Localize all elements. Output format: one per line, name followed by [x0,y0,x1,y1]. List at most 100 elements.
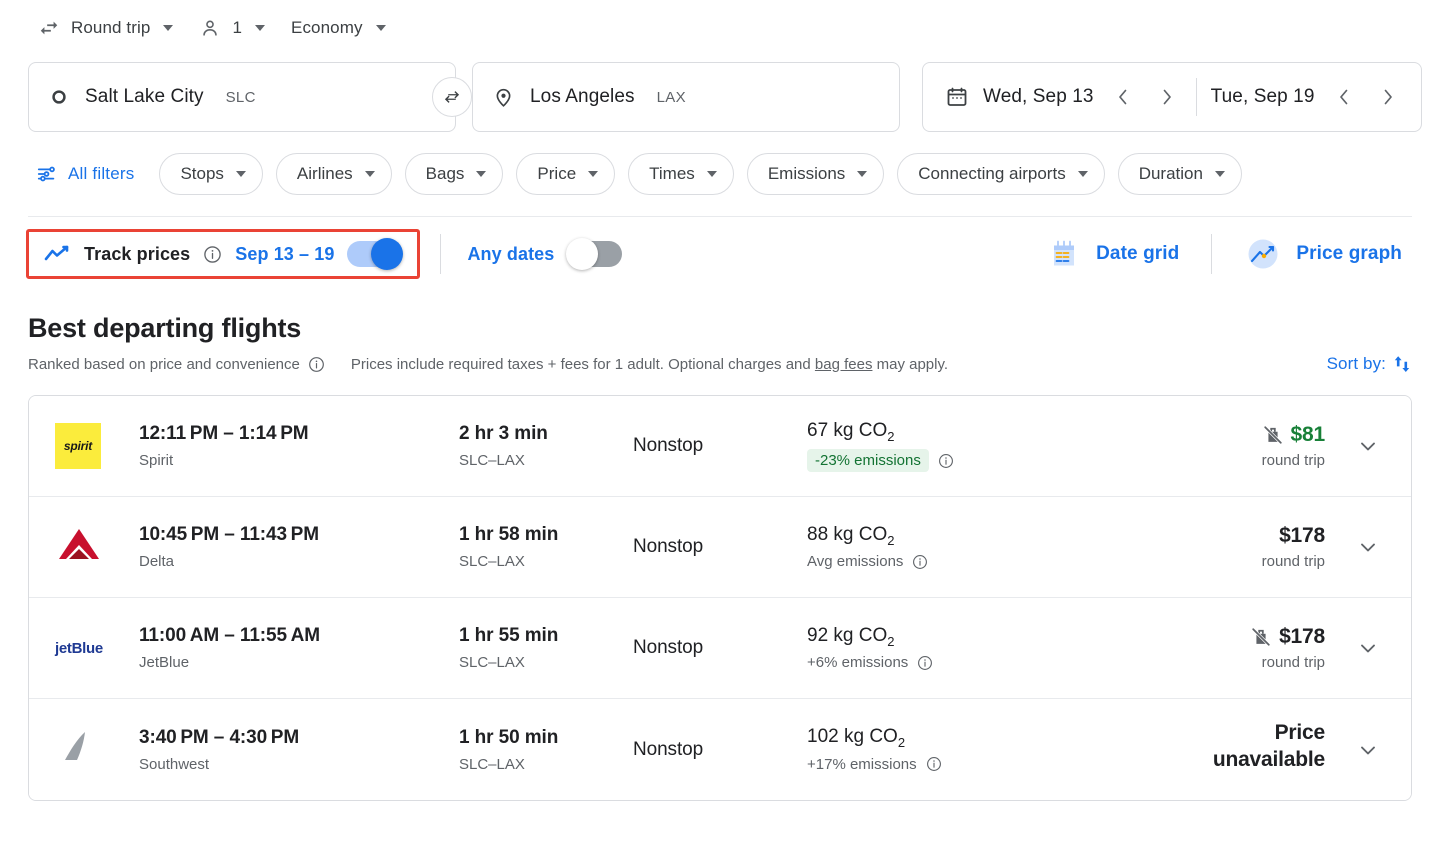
departure-date-prev-button[interactable] [1108,82,1138,112]
flight-duration-cell: 1 hr 55 min SLC–LAX [459,625,633,671]
chevron-down-icon [255,25,265,31]
flight-duration: 2 hr 3 min [459,423,633,445]
filter-chip-emissions[interactable]: Emissions [747,153,884,195]
info-icon[interactable] [926,756,942,772]
sort-by-button[interactable]: Sort by: [1327,353,1412,375]
return-date-segment[interactable]: Tue, Sep 19 [1211,82,1403,112]
airline-logo [55,727,139,772]
departure-date-next-button[interactable] [1152,82,1182,112]
filter-chip-stops[interactable]: Stops [159,153,262,195]
flight-stops-cell: Nonstop [633,637,807,659]
airline-logo: spirit [55,423,139,469]
chevron-down-icon[interactable] [1346,525,1390,569]
table-row[interactable]: 10:45 PM – 11:43 PM Delta 1 hr 58 min SL… [29,497,1411,598]
flight-stops-cell: Nonstop [633,739,807,761]
flight-duration-cell: 1 hr 50 min SLC–LAX [459,727,633,773]
destination-input[interactable]: Los Angeles LAX [472,62,900,132]
chevron-down-icon[interactable] [1346,424,1390,468]
price-trip-type: round trip [1262,452,1325,469]
filter-chip-label: Connecting airports [918,164,1065,184]
chevron-down-icon[interactable] [1346,728,1390,772]
airline-name: JetBlue [139,654,459,671]
toggle-knob [566,238,598,270]
ranked-note: Ranked based on price and convenience [28,356,300,373]
origin-city: Salt Lake City [85,86,204,108]
tune-filter-icon [36,163,58,185]
filter-chip-airlines[interactable]: Airlines [276,153,392,195]
flight-search-page: Round trip 1 Economy Salt Lake City SLC [0,0,1440,858]
info-icon[interactable] [917,655,933,671]
info-icon[interactable] [203,245,222,264]
table-row[interactable]: spirit 12:11 PM – 1:14 PM Spirit 2 hr 3 … [29,396,1411,497]
flight-duration: 1 hr 55 min [459,625,633,647]
chevron-down-icon [376,25,386,31]
price-row: Price unavailable [1213,720,1325,774]
flight-stops: Nonstop [633,536,807,558]
flight-results-list: spirit 12:11 PM – 1:14 PM Spirit 2 hr 3 … [28,395,1412,801]
delta-logo [55,523,103,572]
info-icon[interactable] [912,554,928,570]
filter-chip-label: Duration [1139,164,1203,184]
trend-line-icon [43,243,71,265]
ranked-note-group: Ranked based on price and convenience [28,356,325,373]
chevron-down-icon[interactable] [1346,626,1390,670]
any-dates-toggle[interactable] [570,241,622,267]
swap-origin-destination-button[interactable] [432,77,472,117]
flight-emissions-cell: 67 kg CO2 -23% emissions [807,420,1087,473]
flight-emissions-cell: 88 kg CO2 Avg emissions [807,524,1087,571]
emissions-value: 67 kg CO2 [807,420,1087,444]
date-range-field[interactable]: Wed, Sep 13 Tue, Sep 19 [922,62,1422,132]
filter-chip-label: Airlines [297,164,353,184]
table-row[interactable]: 3:40 PM – 4:30 PM Southwest 1 hr 50 min … [29,699,1411,800]
chevron-down-icon [1078,171,1088,177]
passenger-count-selector[interactable]: 1 [189,8,275,48]
trip-options-bar: Round trip 1 Economy [0,0,1440,56]
track-prices-toggle[interactable] [347,241,399,267]
price-value: Price unavailable [1213,720,1325,774]
flight-stops-cell: Nonstop [633,435,807,457]
swap-horizontal-icon [38,17,60,39]
emissions-amount: 88 kg CO [807,524,887,545]
flight-price-cell: $178 round trip [1087,524,1339,570]
filter-chip-times[interactable]: Times [628,153,734,195]
jetblue-logo: jetBlue [55,640,103,657]
price-row: $178 [1279,524,1325,548]
person-icon [199,17,221,39]
flight-duration-cell: 2 hr 3 min SLC–LAX [459,423,633,469]
flight-duration-cell: 1 hr 58 min SLC–LAX [459,524,633,570]
track-prices-date-range[interactable]: Sep 13 – 19 [235,244,334,265]
date-grid-button[interactable]: Date grid [1036,231,1189,277]
flight-stops: Nonstop [633,739,807,761]
expand-cell [1339,424,1397,468]
price-graph-label: Price graph [1296,243,1402,265]
filter-chip-price[interactable]: Price [516,153,615,195]
table-row[interactable]: jetBlue 11:00 AM – 11:55 AM JetBlue 1 hr… [29,598,1411,699]
any-dates-label[interactable]: Any dates [467,244,554,265]
all-filters-button[interactable]: All filters [28,155,146,193]
bag-fees-link[interactable]: bag fees [815,356,873,373]
info-icon[interactable] [938,453,954,469]
view-toggles-group: Date grid Price graph [1036,230,1412,278]
filter-chip-duration[interactable]: Duration [1118,153,1242,195]
cabin-class-label: Economy [291,18,363,38]
origin-input[interactable]: Salt Lake City SLC [28,62,456,132]
return-date-prev-button[interactable] [1329,82,1359,112]
chevron-down-icon [707,171,717,177]
price-graph-button[interactable]: Price graph [1234,230,1412,278]
cabin-class-selector[interactable]: Economy [281,8,396,48]
departure-date-segment[interactable]: Wed, Sep 13 [983,82,1182,112]
flight-price-cell: Price unavailable [1087,720,1339,779]
emissions-amount: 92 kg CO [807,625,887,646]
info-icon[interactable] [308,356,325,373]
filter-chip-bags[interactable]: Bags [405,153,504,195]
flight-price-cell: $81 round trip [1087,423,1339,469]
status-badge: +17% emissions [807,756,917,773]
status-badge: -23% emissions [807,449,929,472]
sort-by-label: Sort by: [1327,354,1386,374]
filter-chip-label: Bags [426,164,465,184]
track-row-divider [440,234,441,274]
return-date-next-button[interactable] [1373,82,1403,112]
chevron-down-icon [163,25,173,31]
filter-chip-connecting-airports[interactable]: Connecting airports [897,153,1104,195]
trip-type-selector[interactable]: Round trip [28,8,183,48]
